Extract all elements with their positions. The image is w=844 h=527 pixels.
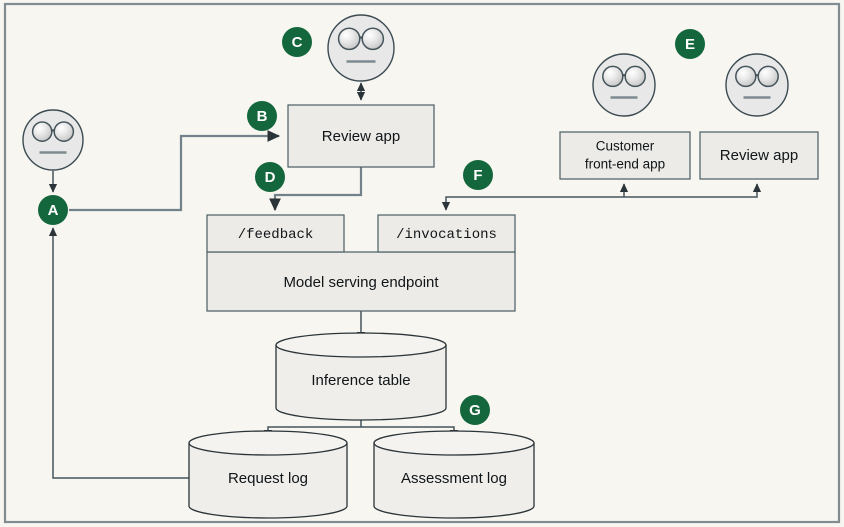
box-customer-front-end-app-label-line1: Customer (596, 139, 655, 154)
architecture-diagram: Model serving endpoint /feedback /invoca… (0, 0, 844, 527)
badge-f-label: F (473, 167, 482, 184)
glasses-lens-right-icon (53, 121, 75, 142)
glasses-lens-right-icon (624, 65, 646, 88)
glasses-lens-left-icon (602, 65, 624, 88)
badge-d[interactable]: D (255, 162, 285, 192)
cylinder-request-log-label: Request log (228, 470, 308, 487)
box-customer-front-end-app-label-line2: front-end app (585, 157, 665, 172)
badge-e[interactable]: E (675, 29, 705, 59)
box-invocations-endpoint-label: /invocations (396, 227, 497, 243)
badge-f[interactable]: F (463, 160, 493, 190)
badge-g[interactable]: G (460, 395, 490, 425)
cylinder-assessment-log-label: Assessment log (401, 470, 507, 487)
user-avatar-customer-app (592, 53, 656, 117)
badge-c[interactable]: C (282, 27, 312, 57)
diagram-canvas: Model serving endpoint /feedback /invoca… (3, 2, 841, 524)
box-review-app-main-label: Review app (322, 128, 400, 145)
box-invocations-endpoint[interactable]: /invocations (377, 214, 516, 253)
box-review-app-right[interactable]: Review app (699, 131, 819, 180)
box-review-app-main[interactable]: Review app (287, 104, 435, 168)
glasses-lens-left-icon (735, 65, 757, 88)
glasses-lens-right-icon (757, 65, 779, 88)
user-avatar-review-app-right (725, 53, 789, 117)
badge-b[interactable]: B (247, 101, 277, 131)
glasses-lens-left-icon (31, 121, 53, 142)
badge-g-label: G (469, 402, 481, 419)
glasses-lens-right-icon (361, 27, 385, 51)
badge-a[interactable]: A (38, 195, 68, 225)
badge-d-label: D (265, 169, 276, 186)
badge-b-label: B (257, 108, 268, 125)
box-customer-front-end-app[interactable]: Customer front-end app (559, 131, 691, 180)
badge-e-label: E (685, 36, 695, 53)
cylinder-request-log[interactable]: Request log (188, 430, 348, 519)
box-model-serving-endpoint-label: Model serving endpoint (283, 274, 439, 291)
cylinder-assessment-log[interactable]: Assessment log (373, 430, 535, 519)
cylinder-inference-table-label: Inference table (311, 372, 410, 389)
box-feedback-endpoint[interactable]: /feedback (206, 214, 345, 253)
box-feedback-endpoint-label: /feedback (238, 227, 314, 243)
user-avatar-left (22, 109, 84, 171)
badge-c-label: C (292, 34, 303, 51)
box-review-app-right-label: Review app (720, 147, 798, 164)
glasses-lens-left-icon (337, 27, 361, 51)
cylinder-inference-table[interactable]: Inference table (275, 332, 447, 421)
user-avatar-review-app (327, 14, 395, 82)
badge-a-label: A (48, 202, 59, 219)
box-model-serving-endpoint[interactable]: Model serving endpoint (206, 251, 516, 312)
